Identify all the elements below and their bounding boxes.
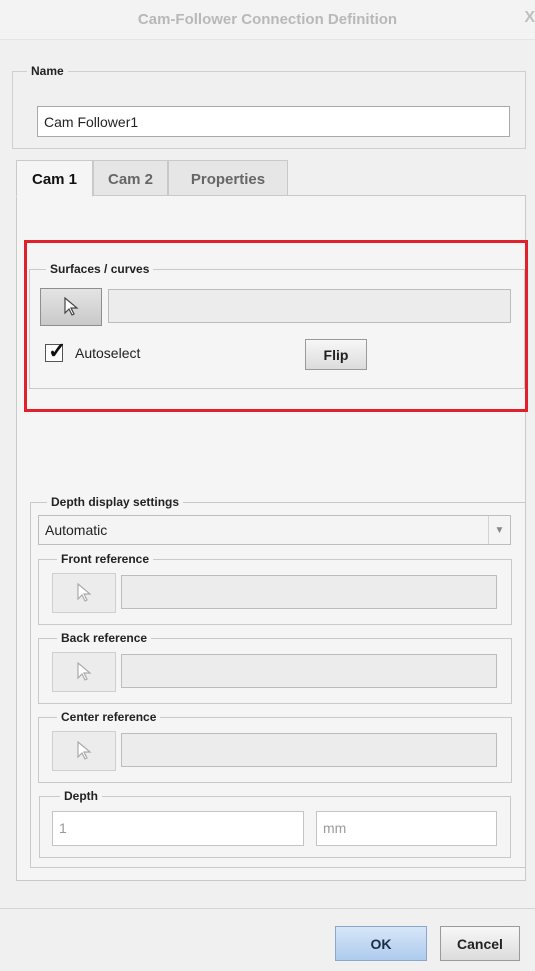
back-reference-field[interactable] (121, 654, 497, 688)
name-group: Name (12, 64, 526, 149)
depth-unit-input[interactable]: mm (316, 811, 497, 846)
center-reference-field[interactable] (121, 733, 497, 767)
cursor-arrow-icon (64, 297, 79, 316)
ok-button[interactable]: OK (335, 926, 427, 961)
surfaces-curves-legend: Surfaces / curves (50, 262, 150, 276)
autoselect-label: Autoselect (75, 345, 141, 361)
close-icon[interactable]: X (519, 9, 535, 27)
chevron-down-icon[interactable]: ▼ (488, 516, 510, 544)
cursor-arrow-icon (77, 583, 92, 602)
cancel-button[interactable]: Cancel (440, 926, 520, 961)
cursor-arrow-icon (77, 741, 92, 760)
surface-collector-field[interactable] (108, 289, 511, 323)
depth-display-legend: Depth display settings (51, 495, 180, 509)
center-reference-select-button[interactable] (52, 731, 116, 771)
depth-value-input[interactable]: 1 (52, 811, 304, 846)
front-reference-legend: Front reference (61, 552, 150, 566)
surface-select-button[interactable] (40, 288, 102, 326)
tab-properties[interactable]: Properties (168, 160, 288, 196)
tab-cam-1[interactable]: Cam 1 (16, 160, 93, 197)
name-legend: Name (31, 64, 64, 78)
dialog-title: Cam-Follower Connection Definition (137, 11, 398, 28)
depth-mode-value: Automatic (45, 522, 108, 538)
checkmark-icon: ✓ (48, 338, 67, 363)
depth-mode-select[interactable]: Automatic ▼ (38, 515, 511, 545)
footer-divider (0, 908, 535, 909)
name-input[interactable] (37, 106, 510, 137)
title-bar: Cam-Follower Connection Definition X (0, 0, 535, 40)
cursor-arrow-icon (77, 662, 92, 681)
depth-legend: Depth (64, 789, 98, 803)
front-reference-select-button[interactable] (52, 573, 116, 613)
center-reference-legend: Center reference (61, 710, 157, 724)
back-reference-legend: Back reference (61, 631, 148, 645)
flip-button[interactable]: Flip (305, 339, 367, 370)
back-reference-select-button[interactable] (52, 652, 116, 692)
autoselect-checkbox[interactable]: ✓ (45, 338, 66, 363)
surfaces-curves-group: Surfaces / curves (29, 262, 525, 389)
front-reference-field[interactable] (121, 575, 497, 609)
tab-cam-2[interactable]: Cam 2 (93, 160, 168, 196)
